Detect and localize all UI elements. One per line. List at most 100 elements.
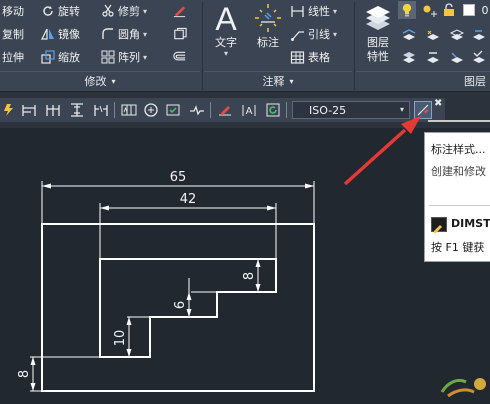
offset-icon: [172, 50, 187, 65]
offset-button[interactable]: [172, 47, 190, 67]
watermark-logo: [440, 378, 486, 398]
leader-icon: [290, 27, 305, 42]
extension-lines: [30, 181, 315, 392]
arrowheads: [30, 183, 314, 391]
dimension-label: 标注: [257, 36, 279, 49]
erase-button[interactable]: [172, 1, 190, 21]
dim-tool-icon[interactable]: [0, 101, 18, 119]
layer-properties-label-1: 图层: [367, 36, 389, 49]
svg-text:A: A: [246, 106, 253, 117]
layer-name-icon[interactable]: 0: [476, 1, 490, 19]
text-button[interactable]: A 文字 ▾: [208, 2, 244, 58]
jogged-linear-icon[interactable]: [188, 101, 206, 119]
annotation-panel-title[interactable]: 注释 ▾: [204, 71, 352, 90]
close-icon[interactable]: ✖: [434, 98, 442, 109]
copy-button[interactable]: 复制: [2, 24, 24, 44]
rotate-icon: [40, 4, 55, 19]
dimension-icon: [255, 4, 281, 32]
panel-expand-icon: ▾: [111, 76, 116, 86]
dim-continue-icon[interactable]: [44, 101, 62, 119]
eraser-icon: [172, 4, 187, 19]
mirror-button[interactable]: 镜像: [40, 24, 80, 44]
dim-text-65[interactable]: 65: [170, 170, 187, 185]
text-icon: A: [215, 2, 237, 34]
tooltip-description: 创建和修改: [431, 165, 486, 178]
layers-panel-label: 图层: [464, 74, 486, 88]
fillet-button[interactable]: 圆角 ▾: [100, 24, 147, 44]
panel-divider: [354, 2, 355, 90]
leader-dropdown-icon[interactable]: ▾: [333, 30, 337, 39]
layer-tool-icon[interactable]: [448, 25, 466, 43]
dim-text-6[interactable]: 6: [173, 301, 188, 309]
scale-label: 缩放: [58, 51, 80, 64]
annotation-panel-label: 注释: [262, 75, 285, 88]
tolerance-icon[interactable]: [120, 101, 138, 119]
dimension-lines: [32, 185, 314, 391]
dim-text-8-left[interactable]: 8: [17, 370, 32, 378]
fillet-dropdown-icon[interactable]: ▾: [143, 30, 147, 39]
text-label: 文字: [215, 36, 237, 49]
layer-tool-icon[interactable]: [470, 25, 488, 43]
trim-dropdown-icon[interactable]: ▾: [143, 7, 147, 16]
dim-text-10[interactable]: 10: [113, 330, 128, 347]
tooltip-command: DIMST: [451, 217, 490, 230]
drawing-canvas[interactable]: 65 42 8 6 10 8: [0, 128, 490, 400]
svg-text:0: 0: [482, 4, 489, 16]
rotate-button[interactable]: 旋转: [40, 1, 80, 21]
table-button[interactable]: 表格: [290, 47, 330, 67]
trim-label: 修剪: [118, 5, 140, 18]
table-icon: [290, 50, 305, 65]
tooltip-help: 按 F1 键获: [431, 241, 485, 254]
command-icon: [431, 217, 447, 233]
stretch-button[interactable]: 拉伸: [2, 47, 24, 67]
leader-label: 引线: [308, 28, 330, 41]
array-icon: [100, 50, 115, 65]
layer-tool-icon[interactable]: [400, 48, 418, 66]
linear-dim-button[interactable]: 线性 ▾: [290, 1, 337, 21]
inspect-icon[interactable]: [164, 101, 182, 119]
move-button[interactable]: 移动: [2, 1, 24, 21]
dim-break-icon[interactable]: [92, 101, 110, 119]
layer-tool-icon[interactable]: [424, 48, 442, 66]
dimension-button[interactable]: 标注: [250, 2, 286, 50]
dim-style-combo[interactable]: ISO-25 ▾: [292, 101, 410, 119]
layer-on-icon[interactable]: [398, 1, 416, 19]
dim-text-edit-icon[interactable]: A: [240, 101, 258, 119]
dim-edit-icon[interactable]: [216, 101, 234, 119]
scale-button[interactable]: 缩放: [40, 47, 80, 67]
toolbar-separator: [114, 102, 115, 118]
layer-freeze-icon[interactable]: [420, 1, 438, 19]
dim-baseline-icon[interactable]: [20, 101, 38, 119]
dim-style-value: ISO-25: [309, 103, 347, 117]
dim-text-8-top[interactable]: 8: [242, 272, 257, 280]
modify-panel-title[interactable]: 修改 ▾: [0, 71, 200, 90]
tooltip-title: 标注样式...: [431, 143, 486, 156]
linear-dropdown-icon[interactable]: ▾: [333, 7, 337, 16]
dim-space-icon[interactable]: [68, 101, 86, 119]
array-button[interactable]: 阵列 ▾: [100, 47, 147, 67]
toolbar-separator: [210, 102, 211, 118]
dim-update-icon[interactable]: [264, 101, 282, 119]
tooltip: 标注样式... 创建和修改 DIMST 按 F1 键获: [424, 132, 490, 262]
array-label: 阵列: [118, 51, 140, 64]
center-mark-icon[interactable]: [142, 101, 160, 119]
array-dropdown-icon[interactable]: ▾: [143, 53, 147, 62]
trim-icon: [100, 4, 115, 19]
dim-text-42[interactable]: 42: [180, 192, 197, 207]
toolbar-grip: [428, 120, 490, 122]
layer-lock-icon[interactable]: [440, 1, 458, 19]
mirror-icon: [40, 27, 55, 42]
layer-tool-icon[interactable]: [448, 48, 466, 66]
leader-button[interactable]: 引线 ▾: [290, 24, 337, 44]
layer-properties-button[interactable]: 图层 特性: [360, 2, 396, 64]
fillet-label: 圆角: [118, 28, 140, 41]
layers-panel-title[interactable]: 图层: [356, 71, 490, 89]
tooltip-divider: [429, 205, 490, 206]
explode-icon: [172, 27, 187, 42]
layer-tool-icon[interactable]: [424, 25, 442, 43]
trim-button[interactable]: 修剪 ▾: [100, 1, 147, 21]
fillet-icon: [100, 27, 115, 42]
explode-button[interactable]: [172, 24, 190, 44]
layer-tool-icon[interactable]: [470, 48, 488, 66]
layer-tool-icon[interactable]: [400, 25, 418, 43]
